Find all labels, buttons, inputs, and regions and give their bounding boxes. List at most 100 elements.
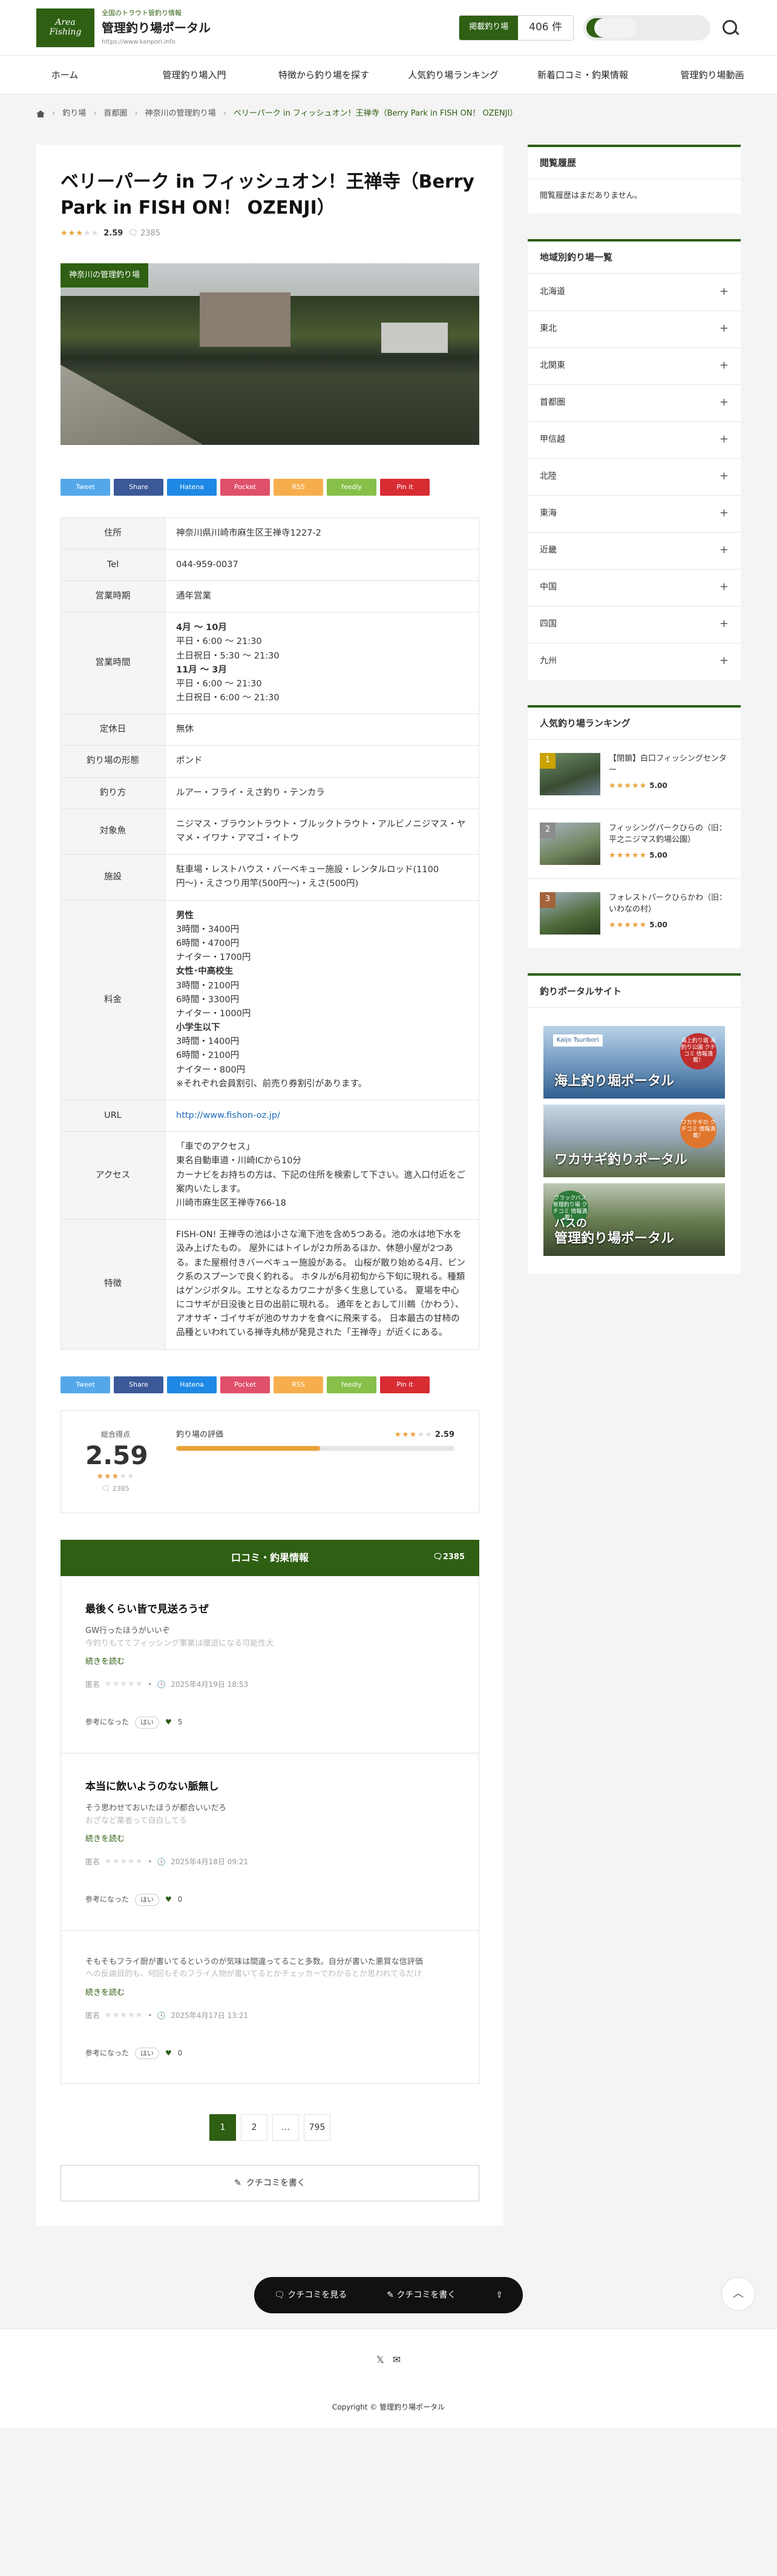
region-item[interactable]: 九州 +: [528, 642, 741, 680]
pencil-icon: ✎: [234, 2178, 241, 2189]
banner-wakasagi[interactable]: ワカサギの クチコミ 情報満載！ ワカサギ釣りポータル: [543, 1104, 725, 1177]
breadcrumb-item[interactable]: 釣り場: [62, 108, 86, 120]
share-feedly-button[interactable]: feedly: [327, 478, 376, 496]
page-last[interactable]: 795: [304, 2114, 330, 2141]
share-pinterest-button[interactable]: Pin it: [380, 478, 430, 496]
region-label: 北関東: [540, 361, 565, 371]
rank-number: 2: [540, 822, 556, 838]
ranking-item[interactable]: 1 【閉鎖】白口フィッシングセンター ★★★★★ 5.00: [528, 740, 741, 809]
share-icon[interactable]: ⇪: [496, 2288, 503, 2302]
breadcrumb-item[interactable]: 神奈川の管理釣り場: [145, 108, 216, 120]
float-write-button[interactable]: ✎ クチコミを書く: [387, 2288, 456, 2302]
ranking-thumbnail: 1: [540, 752, 600, 795]
region-label: 近畿: [540, 545, 557, 556]
region-label: 甲信越: [540, 435, 565, 445]
row-label: 営業時期: [61, 580, 165, 613]
mail-icon[interactable]: ✉: [393, 2352, 401, 2368]
region-list: 北海道 + 東北 + 北関東 + 首都圏 + 甲信越 + 北陸 + 東海 + 近畿 + 中国 + …: [528, 274, 741, 680]
read-more-link[interactable]: 続きを読む: [85, 1833, 454, 1846]
hours-heading: 4月 〜 10月: [176, 623, 227, 633]
site-logo[interactable]: Area Fishing 全国のトラウト管釣り情報 管理釣り場ポータル http…: [36, 8, 211, 48]
home-icon[interactable]: [36, 110, 45, 118]
share-hatena-button[interactable]: Hatena: [167, 478, 217, 496]
theme-toggle[interactable]: [583, 15, 710, 41]
region-label: 北陸: [540, 472, 557, 482]
share-twitter-button[interactable]: Tweet: [61, 1376, 110, 1393]
page-2[interactable]: 2: [241, 2114, 267, 2141]
share-facebook-button[interactable]: Share: [114, 1376, 163, 1393]
back-to-top-button[interactable]: ︿: [721, 2277, 755, 2311]
region-item[interactable]: 東海 +: [528, 494, 741, 532]
view-reviews-button[interactable]: 🗨 クチコミを見る: [274, 2288, 347, 2302]
region-item[interactable]: 甲信越 +: [528, 421, 741, 458]
price-line: 6時間・4700円: [176, 938, 240, 948]
ranking-item[interactable]: 2 フィッシングパークひらの（旧：平之ニジマス釣場公園） ★★★★★ 5.00: [528, 808, 741, 878]
nav-videos[interactable]: 管理釣り場動画: [648, 56, 777, 94]
ranking-item[interactable]: 3 フォレストパークひらかわ（旧：いわなの村） ★★★★★ 5.00: [528, 878, 741, 948]
region-item[interactable]: 四国 +: [528, 605, 741, 643]
region-item[interactable]: 北陸 +: [528, 458, 741, 495]
page-1[interactable]: 1: [209, 2114, 236, 2141]
logo-line1: Area: [55, 18, 76, 28]
region-widget: 地域別釣り場一覧 北海道 + 東北 + 北関東 + 首都圏 + 甲信越 + 北陸 + 東海 +…: [528, 238, 741, 680]
nav-intro[interactable]: 管理釣り場入門: [130, 56, 259, 94]
share-rss-button[interactable]: RSS: [274, 1376, 323, 1393]
share-hatena-button[interactable]: Hatena: [167, 1376, 217, 1393]
ranking-rating: ★★★★★ 5.00: [609, 850, 729, 862]
nav-features[interactable]: 特徴から釣り場を探す: [259, 56, 388, 94]
hours-line: 平日・6:00 〜 21:30: [176, 637, 262, 647]
banner-bass[interactable]: ブラックバス 管理釣り場 クチコミ 情報満載！ バスの 管理釣り場ポータル: [543, 1183, 725, 1256]
page-title: ベリーパーク in フィッシュオン！王禅寺（Berry Park in FISH…: [61, 171, 474, 219]
share-pocket-button[interactable]: Pocket: [220, 1376, 270, 1393]
review-body-faded: おざなど業者って自白してる: [85, 1816, 187, 1825]
closed-value: 無休: [165, 714, 479, 746]
ranking-score: 5.00: [649, 781, 667, 790]
helpful-yes-button[interactable]: はい: [135, 2047, 160, 2060]
twitter-icon[interactable]: 𝕏: [376, 2352, 384, 2368]
region-item[interactable]: 北関東 +: [528, 347, 741, 384]
share-facebook-button[interactable]: Share: [114, 478, 163, 496]
rating-score: 2.59: [103, 228, 123, 238]
review-title[interactable]: 本当に飲いようのない脈無し: [85, 1779, 454, 1795]
helpful-yes-button[interactable]: はい: [135, 1893, 160, 1906]
plus-icon: +: [719, 507, 729, 520]
read-more-link[interactable]: 続きを読む: [85, 1987, 454, 2000]
review-date: 2025年4月17日 13:21: [171, 2011, 249, 2020]
banner-kaijo[interactable]: Kaijo Tsuribori 海上釣り堀 海釣り公園 クチコミ 情報満載！ 海…: [543, 1025, 725, 1099]
comment-icon: 🗨: [433, 1552, 443, 1562]
portal-widget: 釣りポータルサイト Kaijo Tsuribori 海上釣り堀 海釣り公園 クチ…: [528, 973, 741, 1274]
share-feedly-button[interactable]: feedly: [327, 1376, 376, 1393]
region-item[interactable]: 近畿 +: [528, 531, 741, 569]
review-title[interactable]: 最後くらい皆で見送ろうぜ: [85, 1602, 454, 1618]
hours-line: 土日祝日・6:00 〜 21:30: [176, 693, 280, 703]
access-line: 川崎市麻生区王禅寺766-18: [176, 1198, 286, 1208]
category-tag[interactable]: 神奈川の管理釣り場: [61, 263, 149, 288]
table-row: アクセス 「車でのアクセス」 東名自動車道・川崎ICから10分 カーナビをお持ち…: [61, 1131, 479, 1220]
share-pocket-button[interactable]: Pocket: [220, 478, 270, 496]
region-item[interactable]: 首都圏 +: [528, 384, 741, 421]
share-twitter-button[interactable]: Tweet: [61, 478, 110, 496]
breadcrumb: › 釣り場 › 首都圏 › 神奈川の管理釣り場 › ベリーパーク in フィッシ…: [0, 94, 777, 134]
helpful-yes-button[interactable]: はい: [135, 1717, 160, 1729]
listing-count: 掲載釣り場 406 件: [459, 15, 574, 41]
nav-home[interactable]: ホーム: [0, 56, 130, 94]
access-line: 「車でのアクセス」: [176, 1142, 255, 1152]
nav-new-reviews[interactable]: 新着口コミ・釣果情報: [518, 56, 648, 94]
region-item[interactable]: 中国 +: [528, 568, 741, 606]
search-icon[interactable]: [720, 18, 741, 38]
plus-icon: +: [719, 617, 729, 631]
helpful-label: 参考になった: [85, 1895, 130, 1904]
breadcrumb-item[interactable]: 首都圏: [103, 108, 127, 120]
tel-value: 044-959-0037: [165, 548, 479, 581]
read-more-link[interactable]: 続きを読む: [85, 1656, 454, 1669]
share-rss-button[interactable]: RSS: [274, 478, 323, 496]
review-stars: ★★★★★: [105, 1680, 143, 1689]
region-item[interactable]: 北海道 +: [528, 274, 741, 310]
share-pinterest-button[interactable]: Pin it: [380, 1376, 430, 1393]
nav-ranking[interactable]: 人気釣り場ランキング: [388, 56, 518, 94]
write-review-button[interactable]: ✎ クチコミを書く: [61, 2165, 479, 2202]
official-site-link[interactable]: http://www.fishon-oz.jp/: [176, 1111, 280, 1120]
clock-icon: 🕓: [157, 1857, 166, 1866]
review-item: 最後くらい皆で見送ろうぜ GW行ったほうがいいぞ 今釣りもててフィッシング事業は…: [61, 1576, 479, 1753]
region-item[interactable]: 東北 +: [528, 310, 741, 347]
